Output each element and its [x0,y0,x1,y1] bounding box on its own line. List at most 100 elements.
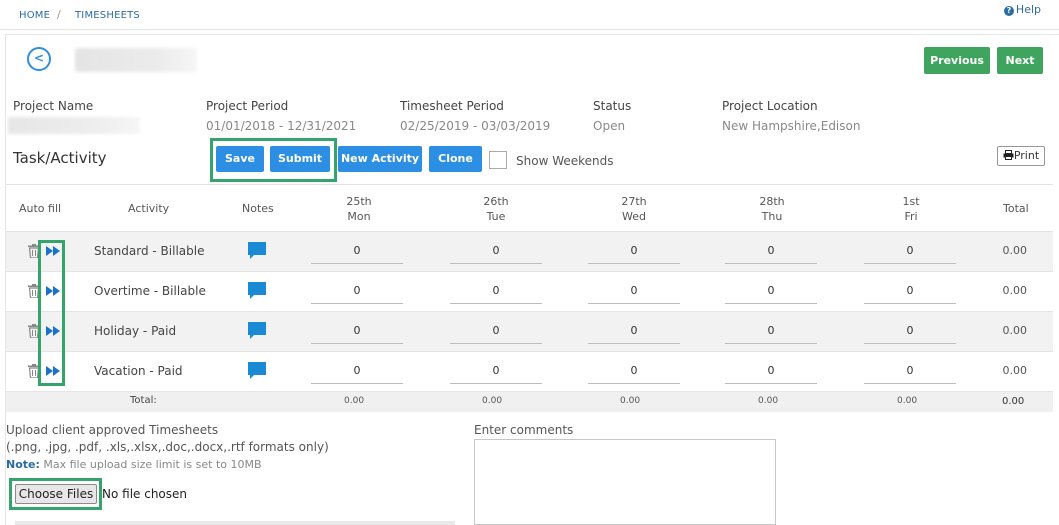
breadcrumb-separator: / [57,8,61,21]
note-text: Max file upload size limit is set to 10M… [39,458,262,471]
total-fri: 0.00 [897,396,918,406]
printer-icon [1003,150,1014,160]
header-total: Total [1003,202,1029,215]
hours-input-tue[interactable]: 0 [450,358,542,384]
header-activity: Activity [128,202,170,215]
totals-label: Total: [130,395,157,406]
print-label: Print [1013,149,1040,162]
hours-input-thu[interactable]: 0 [725,358,817,384]
arrow-left-icon: < [33,51,45,65]
hours-input-mon[interactable]: 0 [311,318,403,344]
hours-input-wed[interactable]: 0 [588,238,680,264]
status-value: Open [593,119,626,133]
hours-input-thu[interactable]: 0 [725,238,817,264]
hours-input-wed[interactable]: 0 [588,318,680,344]
help-label: Help [1015,3,1041,16]
header-day-fri: 1st Fri [871,194,951,224]
activity-name: Vacation - Paid [94,364,183,378]
hours-input-wed[interactable]: 0 [588,358,680,384]
day-date: 27th [621,195,647,208]
hours-input-tue[interactable]: 0 [450,238,542,264]
hours-input-tue[interactable]: 0 [450,318,542,344]
hours-input-mon[interactable]: 0 [311,238,403,264]
clone-button[interactable]: Clone [429,146,482,172]
comments-textarea[interactable] [474,439,776,525]
header-day-thu: 28th Thu [732,194,812,224]
no-file-chosen-label: No file chosen [102,487,188,501]
total-thu: 0.00 [758,396,779,406]
day-name: Tue [486,210,506,223]
choose-files-button[interactable]: Choose Files [15,484,97,504]
previous-button[interactable]: Previous [924,47,990,74]
header-day-wed: 27th Wed [594,194,674,224]
day-name: Thu [761,210,783,223]
hours-input-mon[interactable]: 0 [311,358,403,384]
hours-input-wed[interactable]: 0 [588,278,680,304]
table-row: Holiday - Paid 0 0 0 0 0 0.00 [6,312,1053,352]
header-day-tue: 26th Tue [456,194,536,224]
activity-name: Overtime - Billable [94,284,206,298]
breadcrumb-home[interactable]: HOME [19,10,50,21]
hours-input-fri[interactable]: 0 [864,358,956,384]
hours-input-thu[interactable]: 0 [725,278,817,304]
totals-row: Total: 0.00 0.00 0.00 0.00 0.00 0.00 [6,392,1053,412]
table-header: Auto fill Activity Notes 25th Mon 26th T… [6,184,1053,232]
row-total: 0.00 [1002,284,1028,297]
highlight-auto-fill-column [38,240,65,386]
day-date: 28th [759,195,785,208]
help-link[interactable]: ? Help [1003,3,1041,16]
top-bar: HOME / TIMESHEETS ? Help [0,0,1059,30]
note-icon[interactable] [248,362,266,380]
note-icon[interactable] [248,322,266,340]
submit-button[interactable]: Submit [270,146,330,172]
day-name: Fri [904,210,918,223]
upload-note: Note: Max file upload size limit is set … [6,458,262,471]
section-title: Task/Activity [13,149,107,167]
back-button[interactable]: < [27,47,51,71]
total-wed: 0.00 [620,396,641,406]
table-row: Standard - Billable 0 0 0 0 0 0.00 [6,232,1053,272]
hours-input-mon[interactable]: 0 [311,278,403,304]
note-icon[interactable] [248,242,266,260]
breadcrumb-timesheets[interactable]: TIMESHEETS [75,10,140,21]
upload-progress-track [15,521,455,525]
note-icon[interactable] [248,282,266,300]
row-total: 0.00 [1002,244,1028,257]
print-button[interactable]: Print [997,146,1045,166]
table-row: Overtime - Billable 0 0 0 0 0 0.00 [6,272,1053,312]
timesheet-period-label: Timesheet Period [400,99,504,113]
note-label: Note: [6,458,40,471]
hours-input-fri[interactable]: 0 [864,278,956,304]
day-date: 1st [902,195,920,208]
total-mon: 0.00 [344,396,365,406]
upload-title: Upload client approved Timesheets [6,423,219,437]
total-tue: 0.00 [482,396,503,406]
upload-formats: (.png, .jpg, .pdf, .xls,.xlsx,.doc,.docx… [6,440,329,454]
timesheet-period-value: 02/25/2019 - 03/03/2019 [400,119,551,133]
show-weekends-label: Show Weekends [516,154,614,168]
row-total: 0.00 [1002,364,1028,377]
grand-total: 0.00 [1002,396,1025,407]
hours-input-fri[interactable]: 0 [864,238,956,264]
save-button[interactable]: Save [216,146,264,172]
next-button[interactable]: Next [997,47,1043,74]
row-total: 0.00 [1002,324,1028,337]
day-date: 25th [346,195,372,208]
comments-label: Enter comments [474,423,574,437]
header-auto-fill: Auto fill [19,202,62,215]
employee-name-redacted [75,48,197,72]
day-name: Mon [347,210,371,223]
table-row: Vacation - Paid 0 0 0 0 0 0.00 [6,352,1053,392]
help-icon: ? [1003,6,1014,16]
hours-input-tue[interactable]: 0 [450,278,542,304]
activity-name: Holiday - Paid [94,324,177,338]
hours-input-thu[interactable]: 0 [725,318,817,344]
project-name-value-redacted [8,117,140,134]
activity-name: Standard - Billable [94,244,205,258]
project-period-label: Project Period [206,99,289,113]
hours-input-fri[interactable]: 0 [864,318,956,344]
show-weekends-checkbox[interactable] [489,151,507,169]
project-location-label: Project Location [722,99,818,113]
status-label: Status [593,99,632,113]
new-activity-button[interactable]: New Activity [338,146,422,172]
